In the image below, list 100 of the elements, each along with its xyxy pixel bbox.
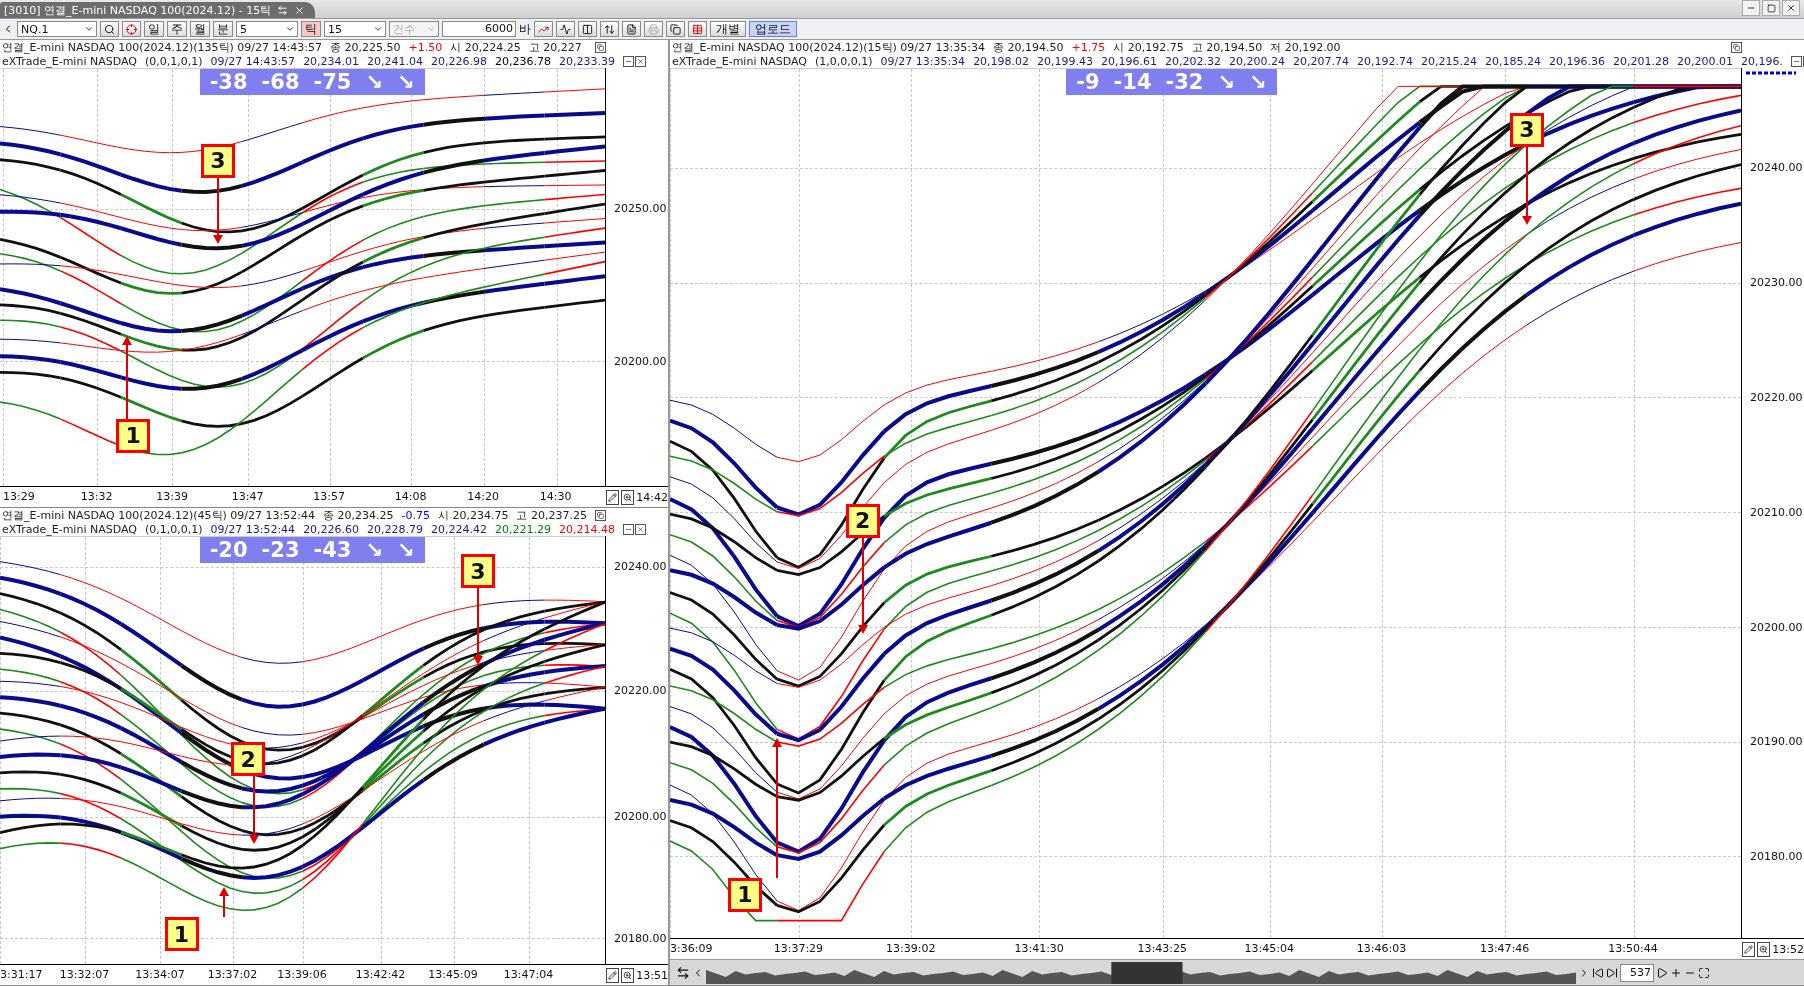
series-params: (0,1,0,0,1) [144,522,203,536]
series-value: 20,185.24 [1485,54,1541,68]
series-value: 09/27 13:52:44 [210,522,296,536]
up-down-arrows-icon [604,23,615,35]
price-axis-label: 20200.00 [614,809,667,823]
price-axis-label: 20190.00 [1750,734,1803,748]
signal-badge: -9 -14 -32 ↘ ↘ [1066,69,1277,95]
signal-badge: -20 -23 -43 ↘ ↘ [199,537,425,563]
minimize-icon[interactable] [623,55,635,67]
swap-icon[interactable] [277,4,289,16]
time-axis-label: 13:43:25 [1137,942,1187,955]
zoom-icon[interactable] [621,489,635,505]
chart-header-text: 종 20,225.50 [329,40,401,54]
close-icon[interactable] [1782,0,1800,16]
series-value: 20,228.79 [367,522,424,536]
period-button[interactable]: 분 [213,21,233,37]
symbol-select[interactable]: NQ.1 [17,21,97,37]
price-axis-label: 20180.00 [1750,849,1803,863]
series-value: 20,192.74 [1357,54,1413,68]
zoom-in-icon[interactable] [1670,966,1682,979]
series-value: 20,234.01 [303,54,360,68]
restore-icon[interactable] [1731,41,1742,53]
series-value: 20,241.04 [367,54,424,68]
scroll-grip-icon[interactable] [676,965,690,980]
tick-select[interactable]: 15 [324,21,386,37]
columns-button[interactable] [578,21,597,37]
period-button[interactable]: 주 [167,21,187,37]
pencil-icon[interactable] [606,489,620,505]
columns-icon [582,23,593,35]
annotation-label: 3 [200,143,235,178]
bar-count-field[interactable]: 537 [1620,963,1654,982]
price-axis-label: 20200.00 [614,354,667,368]
toolbar-button[interactable]: 개별 [710,21,746,37]
period-button[interactable]: 월 [190,21,210,37]
caret-icon [373,24,383,34]
time-axis-label: 13:45:09 [428,968,478,981]
search-button[interactable] [100,21,119,37]
close-icon[interactable] [635,55,647,67]
series-value: 09/27 13:35:34 [880,54,966,68]
bar-count-field[interactable]: 6000 [442,21,516,37]
tick-button[interactable]: 틱 [301,21,321,37]
copy-icon [670,23,681,35]
pencil-icon[interactable] [1742,941,1756,957]
series-value: 20,196.61 [1101,54,1158,68]
time-axis-label: 13:52 [1772,942,1804,956]
series-value: 20,196. [1740,54,1783,68]
time-axis-label: 14:30 [539,490,572,503]
toolbar-button[interactable]: 업로드 [749,21,797,37]
series-name: eXTrade_E-mini NASDAQ [672,54,807,68]
close-icon[interactable] [294,4,306,16]
series-value: 20,236.78 [495,54,552,68]
annotation-label: 2 [231,742,266,777]
activity-button[interactable] [556,21,575,37]
sort-button[interactable] [600,21,619,37]
play-icon[interactable] [1656,966,1668,979]
minimize-icon[interactable] [623,523,635,535]
series-name: eXTrade_E-mini NASDAQ [2,522,137,536]
series-value: 20,199.43 [1037,54,1094,68]
time-axis-label: 13:45:04 [1244,942,1294,955]
pulse-icon [560,23,571,35]
price-axis-label: 20240.00 [614,559,667,573]
time-axis-label: 14:08 [394,490,427,503]
crosshair-icon [126,23,137,35]
series-name: eXTrade_E-mini NASDAQ [2,54,137,68]
skip-back-icon[interactable] [1592,966,1604,979]
zoom-icon[interactable] [1757,941,1771,957]
pencil-icon[interactable] [606,967,620,983]
annotation-arrow [218,887,229,918]
series-value: 20,196.36 [1549,54,1605,68]
caret-icon [84,24,94,34]
trend-button[interactable] [534,21,553,37]
chart-header-text: 고 20,237.25 [516,508,587,522]
signal-badge: -38 -68 -75 ↘ ↘ [199,69,425,95]
restore-icon[interactable] [595,41,606,53]
document-button[interactable] [622,21,641,37]
table-icon [692,23,703,35]
caret-icon [285,24,295,34]
time-axis-label: 3:36:09 [670,942,713,955]
time-axis-label: 13:46:03 [1356,942,1407,955]
series-value: 20,224.42 [431,522,488,536]
copy-button[interactable] [666,21,685,37]
time-axis-label: 13:32:07 [59,968,110,981]
caret-icon [426,24,436,34]
series-value: 20,200.24 [1229,54,1286,68]
skip-forward-icon[interactable] [1606,966,1618,979]
window-tab[interactable]: [3010] 연결_E-mini NASDAQ 100(2024.12) - 15틱 [0,2,316,18]
chart-header-text: 시 20,192.75 [1113,40,1184,54]
period-button[interactable]: 일 [144,21,164,37]
annotation-label: 1 [164,917,199,952]
price-axis-label: 20200.00 [1750,620,1803,634]
time-axis-label: 13:34:07 [135,968,185,981]
chart-header-text: 종 20,234.25 [322,508,394,522]
restore-icon[interactable] [595,509,606,521]
zoom-icon[interactable] [621,967,635,983]
close-icon[interactable] [635,523,647,535]
minute-select[interactable]: 5 [236,21,298,37]
crosshair-button[interactable] [122,21,141,37]
table-button[interactable] [688,21,707,37]
fit-icon[interactable] [1698,966,1710,979]
minimize-icon[interactable] [1790,55,1802,67]
